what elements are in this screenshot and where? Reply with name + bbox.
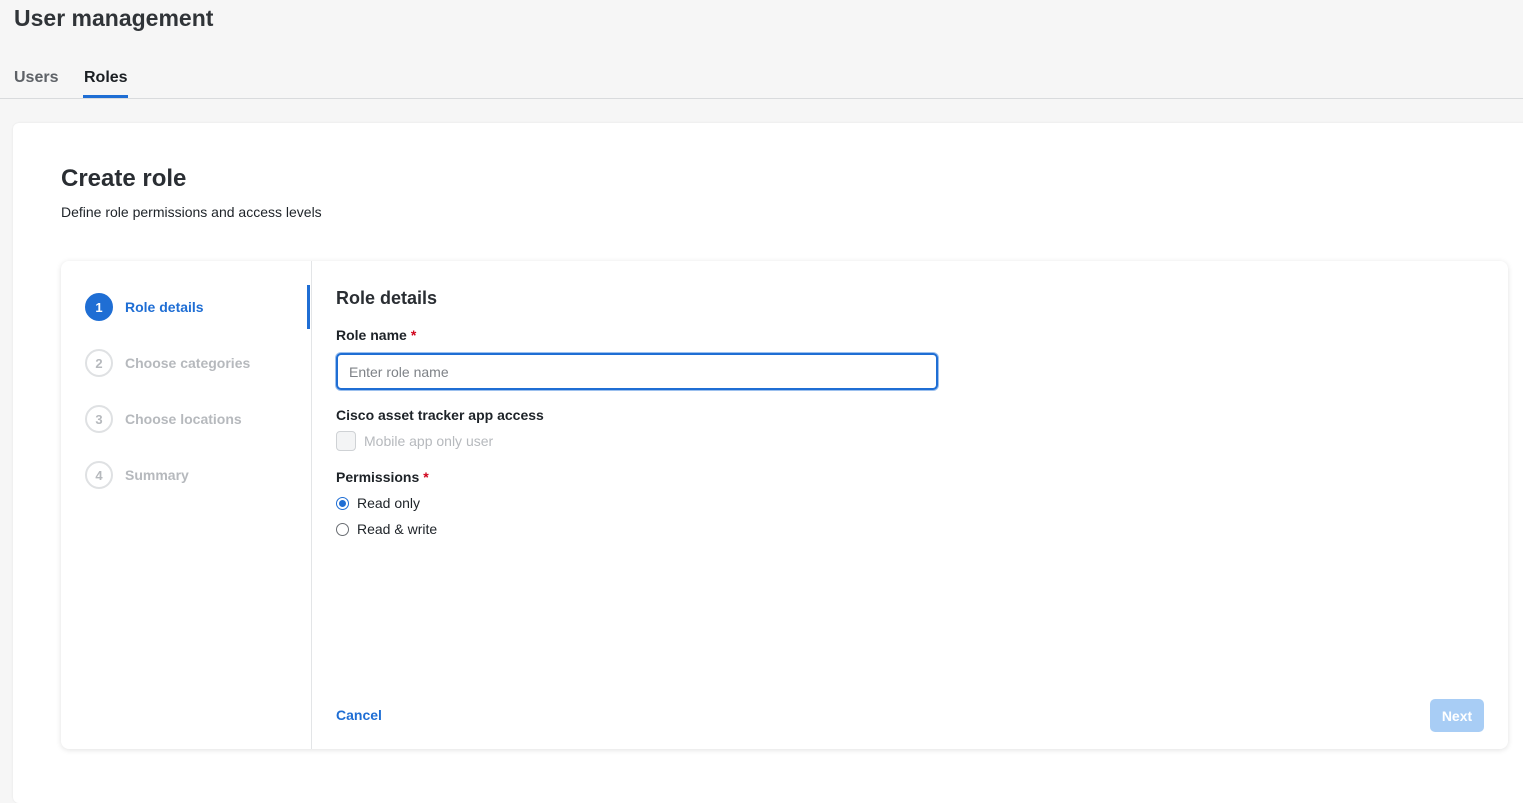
radio-label: Read & write [357,521,438,537]
step-role-details[interactable]: 1 Role details [85,293,204,321]
tab-bar: Users Roles [0,60,1523,99]
radio-read-only[interactable]: Read only [336,495,420,511]
role-name-input[interactable] [336,353,938,390]
card-title: Create role [61,165,187,192]
step-label: Choose categories [125,355,251,371]
app-access-label: Cisco asset tracker app access [336,407,544,423]
checkbox-label: Mobile app only user [364,433,494,449]
step-choose-locations[interactable]: 3 Choose locations [85,405,242,433]
step-number: 1 [85,293,113,321]
page-title: User management [14,5,214,31]
step-label: Choose locations [125,411,242,427]
step-number: 2 [85,349,113,377]
mobile-app-only-checkbox [336,431,356,451]
radio-read-write[interactable]: Read & write [336,521,437,537]
radio-button-checked[interactable] [336,496,349,510]
cancel-button[interactable]: Cancel [336,707,382,723]
active-step-indicator [307,285,310,329]
steps-sidebar: 1 Role details 2 Choose categories 3 Cho… [61,261,312,749]
wizard-panel: 1 Role details 2 Choose categories 3 Cho… [61,261,1508,749]
step-label: Summary [125,467,189,483]
required-mark: * [423,469,429,485]
step-summary[interactable]: 4 Summary [85,461,189,489]
mobile-app-only-checkbox-row: Mobile app only user [336,431,493,451]
next-button[interactable]: Next [1430,699,1484,732]
radio-label: Read only [357,495,421,511]
card-subtitle: Define role permissions and access level… [61,204,322,220]
step-number: 4 [85,461,113,489]
radio-button[interactable] [336,522,349,536]
step-choose-categories[interactable]: 2 Choose categories [85,349,250,377]
tab-roles[interactable]: Roles [83,69,128,98]
step-label: Role details [125,299,204,315]
step-number: 3 [85,405,113,433]
role-name-label: Role name * [336,327,416,343]
role-details-form: Role details Role name* Cisco asset trac… [336,261,1508,749]
permissions-label: Permissions * [336,469,429,485]
permissions-label-text: Permissions [336,469,420,485]
tab-users[interactable]: Users [14,69,58,98]
required-mark: * [410,327,417,343]
role-name-label-text: Role name [336,327,407,343]
section-title: Role details [336,288,438,308]
